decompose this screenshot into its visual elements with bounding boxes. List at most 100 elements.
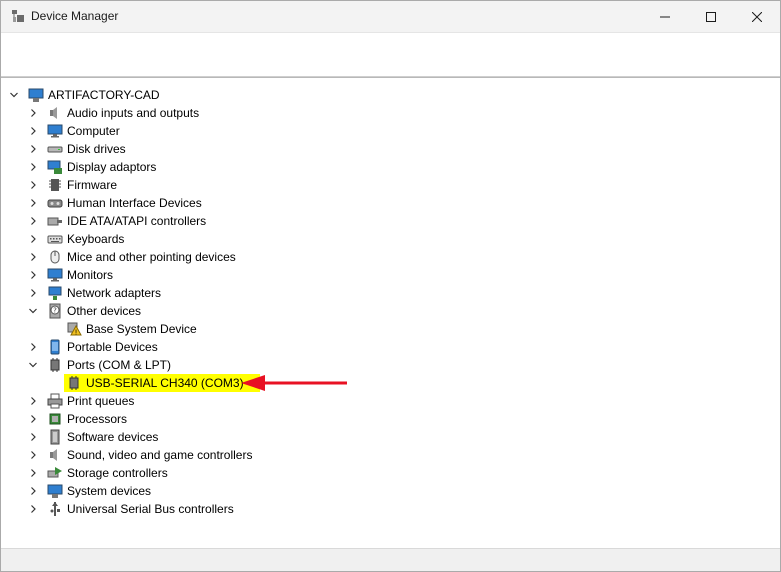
tree-category[interactable]: Keyboards [1,230,780,248]
ide-controller-icon [47,213,63,229]
device-tree[interactable]: ARTIFACTORY-CAD Audio inputs and outputs C… [1,77,780,548]
tree-category[interactable]: Mice and other pointing devices [1,248,780,266]
printer-icon [47,393,63,409]
tree-category[interactable]: ? Other devices [1,302,780,320]
close-icon [752,11,762,22]
expand-chevron-icon[interactable] [28,212,38,230]
collapse-chevron-icon[interactable] [28,302,38,320]
tree-category[interactable]: Storage controllers [1,464,780,482]
expand-chevron-icon[interactable] [28,482,38,500]
speaker-icon [47,105,63,121]
tree-item-label: Portable Devices [67,340,158,354]
tree-item-label: Monitors [67,268,114,282]
tree-item-label: USB-SERIAL CH340 (COM3) [86,376,244,390]
tree-category[interactable]: Human Interface Devices [1,194,780,212]
tree-item-label: Human Interface Devices [67,196,202,210]
tree-item-label: Print queues [67,394,135,408]
tree-item-label: Other devices [67,304,142,318]
unknown-device-icon: ? [47,303,63,319]
tree-category[interactable]: Disk drives [1,140,780,158]
tree-category[interactable]: IDE ATA/ATAPI controllers [1,212,780,230]
mouse-icon [47,249,63,265]
tree-category[interactable]: Sound, video and game controllers [1,446,780,464]
speaker-icon [47,447,63,463]
expand-chevron-icon[interactable] [28,446,38,464]
expand-chevron-icon[interactable] [28,140,38,158]
minimize-icon [660,16,670,17]
expand-chevron-icon[interactable] [28,194,38,212]
usb-icon [47,501,63,517]
expand-chevron-icon[interactable] [28,248,38,266]
tree-item-label: Mice and other pointing devices [67,250,236,264]
processor-icon [47,411,63,427]
svg-text:?: ? [53,307,57,315]
expand-chevron-icon[interactable] [28,230,38,248]
hid-icon [47,195,63,211]
tree-category[interactable]: Network adapters [1,284,780,302]
device-manager-window: Device Manager ARTIFACTORY-CAD Audio inpu… [0,0,781,572]
chip-icon [47,177,63,193]
collapse-chevron-icon[interactable] [28,356,38,374]
tree-category[interactable]: Print queues [1,392,780,410]
tree-category[interactable]: Software devices [1,428,780,446]
expand-chevron-icon[interactable] [28,428,38,446]
expand-chevron-icon[interactable] [28,176,38,194]
expand-chevron-icon[interactable] [28,392,38,410]
expand-chevron-icon[interactable] [28,338,38,356]
tree-item-label: Network adapters [67,286,162,300]
title-bar: Device Manager [1,1,780,32]
tree-item-label: Software devices [67,430,159,444]
tree-category[interactable]: Firmware [1,176,780,194]
computer-icon [28,87,44,103]
storage-controller-icon [47,465,63,481]
tree-item-label: Sound, video and game controllers [67,448,253,462]
tree-item-label: Processors [67,412,128,426]
tree-root[interactable]: ARTIFACTORY-CAD [1,86,780,104]
expand-chevron-icon[interactable] [28,104,38,122]
expand-chevron-icon[interactable] [28,464,38,482]
warning-device-icon: ! [66,321,82,337]
tree-item-label: Audio inputs and outputs [67,106,200,120]
tree-item-label: IDE ATA/ATAPI controllers [67,214,207,228]
tree-item-label: Storage controllers [67,466,168,480]
expand-chevron-icon[interactable] [28,410,38,428]
tree-item-label: ARTIFACTORY-CAD [48,88,160,102]
tree-device[interactable]: ! Base System Device [1,320,780,338]
expand-chevron-icon[interactable] [28,500,38,518]
minimize-button[interactable] [642,1,688,32]
collapse-chevron-icon[interactable] [9,86,19,104]
monitor-icon [47,267,63,283]
toolbar [1,54,780,77]
menu-bar [1,32,780,55]
maximize-button[interactable] [688,1,734,32]
tree-category[interactable]: Ports (COM & LPT) [1,356,780,374]
expand-chevron-icon[interactable] [28,266,38,284]
tree-category[interactable]: Audio inputs and outputs [1,104,780,122]
portable-device-icon [47,339,63,355]
network-icon [47,285,63,301]
tree-item-label: Display adaptors [67,160,157,174]
tree-item-label: Computer [67,124,120,138]
tree-category[interactable]: Computer [1,122,780,140]
expand-chevron-icon[interactable] [28,284,38,302]
tree-item-label: Base System Device [86,322,197,336]
maximize-icon [706,11,716,22]
close-button[interactable] [734,1,780,32]
expand-chevron-icon[interactable] [28,122,38,140]
expand-chevron-icon[interactable] [28,158,38,176]
tree-category[interactable]: Display adaptors [1,158,780,176]
status-bar [1,548,780,571]
tree-item-label: Disk drives [67,142,126,156]
tree-category[interactable]: Monitors [1,266,780,284]
device-manager-icon [12,10,24,22]
tree-device[interactable]: USB-SERIAL CH340 (COM3) [1,374,780,392]
tree-category[interactable]: Portable Devices [1,338,780,356]
keyboard-icon [47,231,63,247]
red-arrow-icon [241,375,347,391]
tree-category[interactable]: Processors [1,410,780,428]
tree-item-label: System devices [67,484,152,498]
tree-item-label: Universal Serial Bus controllers [67,502,234,516]
tree-category[interactable]: Universal Serial Bus controllers [1,500,780,518]
tree-item-label: Keyboards [67,232,125,246]
tree-category[interactable]: System devices [1,482,780,500]
